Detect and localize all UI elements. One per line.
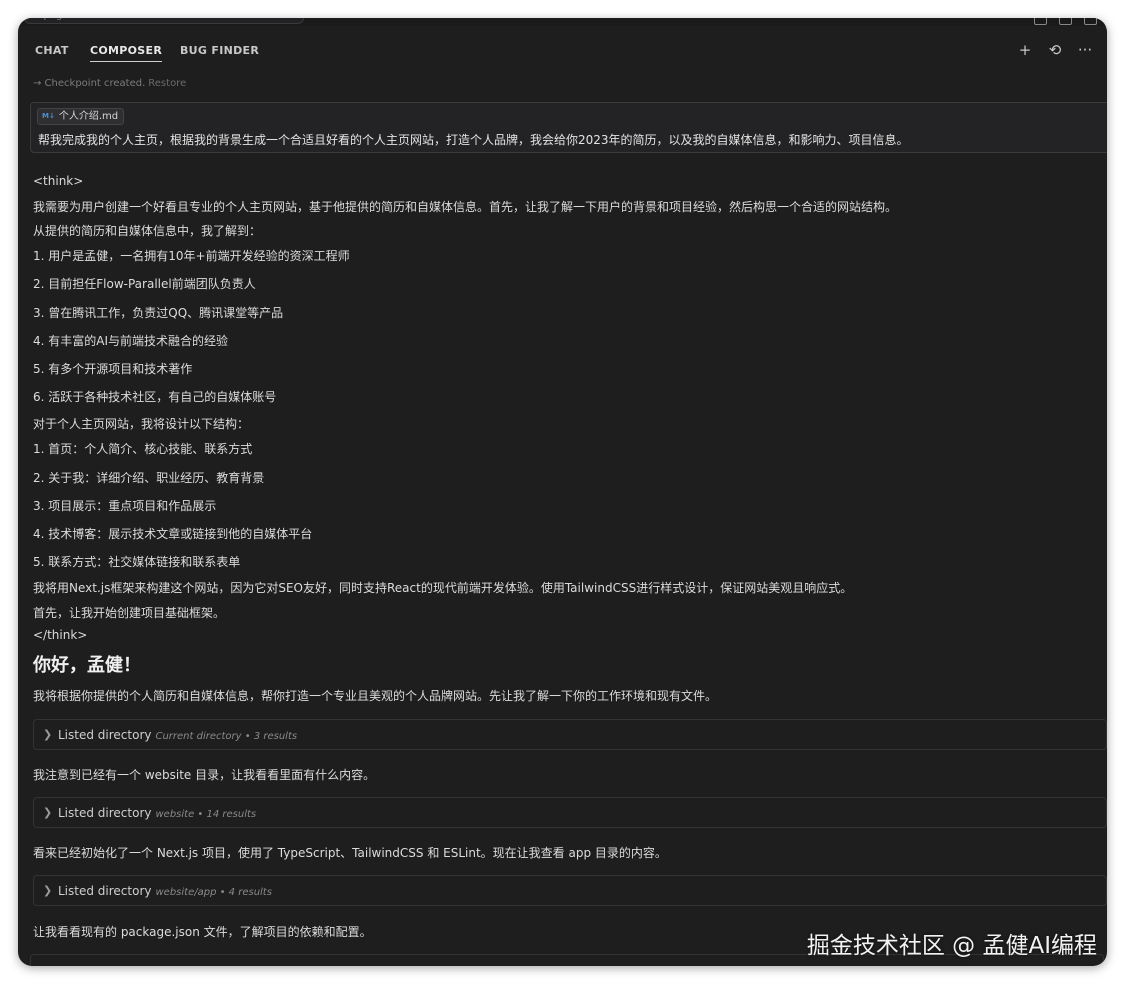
restore-link[interactable]: Restore: [148, 78, 186, 89]
think-line: 2. 关于我：详细介绍、职业经历、教育背景: [33, 471, 265, 485]
think-line: 1. 首页：个人简介、核心技能、联系方式: [33, 442, 253, 456]
composer-window: ifepage CHAT COMPOSER BUG FINDER + ⟲ ···…: [18, 18, 1107, 966]
search-input[interactable]: ifepage: [24, 18, 304, 24]
think-line: 4. 有丰富的AI与前端技术融合的经验: [33, 334, 229, 348]
tool-call-meta: website • 14 results: [155, 809, 257, 820]
think-line: 我将用Next.js框架来构建这个网站，因为它对SEO友好，同时支持React的…: [33, 581, 853, 595]
think-line: 4. 技术博客：展示技术文章或链接到他的自媒体平台: [33, 527, 313, 541]
tool-call-meta: Current directory • 3 results: [155, 731, 298, 742]
layout-icon[interactable]: [1084, 18, 1097, 25]
think-line: 1. 用户是孟健，一名拥有10年+前端开发经验的资深工程师: [33, 249, 350, 263]
plus-icon[interactable]: +: [1017, 42, 1033, 58]
chevron-right-icon: ❯: [43, 728, 53, 741]
checkpoint-text: → Checkpoint created.: [33, 78, 146, 89]
tool-call-label: Listed directory Current directory • 3 re…: [58, 728, 298, 742]
markdown-icon: M↓: [42, 112, 55, 120]
tool-call-listed-directory[interactable]: ❯ Listed directory website • 14 results: [33, 797, 1107, 828]
tab-actions: + ⟲ ···: [1017, 42, 1093, 58]
greeting-heading: 你好，孟健！: [33, 655, 141, 676]
tool-call-label: Listed directory website/app • 4 results: [58, 884, 272, 898]
think-line: 对于个人主页网站，我将设计以下结构：: [33, 417, 250, 431]
checkpoint-status: → Checkpoint created. Restore: [33, 78, 186, 89]
note-text: 让我看看现有的 package.json 文件，了解项目的依赖和配置。: [33, 925, 372, 939]
think-line: 我需要为用户创建一个好看且专业的个人主页网站，基于他提供的简历和自媒体信息。首先…: [33, 200, 898, 214]
think-line: 3. 项目展示：重点项目和作品展示: [33, 499, 217, 513]
think-open: <think>: [33, 174, 84, 188]
think-line: 3. 曾在腾讯工作，负责过QQ、腾讯课堂等产品: [33, 306, 284, 320]
tab-composer[interactable]: COMPOSER: [90, 44, 163, 62]
think-line: 6. 活跃于各种技术社区，有自己的自媒体账号: [33, 390, 277, 404]
more-icon[interactable]: ···: [1077, 42, 1093, 58]
chevron-right-icon: ❯: [43, 884, 53, 897]
top-strip: ifepage: [18, 18, 1107, 26]
user-message-text: 帮我完成我的个人主页，根据我的背景生成一个合适且好看的个人主页网站，打造个人品牌…: [38, 133, 909, 147]
tab-bar: CHAT COMPOSER BUG FINDER + ⟲ ···: [18, 38, 1107, 66]
think-line: 2. 目前担任Flow-Parallel前端团队负责人: [33, 277, 256, 291]
tool-call-label: Listed directory website • 14 results: [58, 806, 257, 820]
user-message[interactable]: M↓ 个人介绍.md 帮我完成我的个人主页，根据我的背景生成一个合适且好看的个人…: [30, 102, 1107, 153]
tool-call-listed-directory[interactable]: ❯ Listed directory Current directory • 3 …: [33, 719, 1107, 750]
layout-icon[interactable]: [1059, 18, 1072, 25]
window-icons: [1034, 18, 1097, 25]
watermark: 掘金技术社区 @ 孟健AI编程: [806, 933, 1097, 959]
history-icon[interactable]: ⟲: [1047, 42, 1063, 58]
think-close: </think>: [33, 628, 88, 642]
think-line: 5. 联系方式：社交媒体链接和联系表单: [33, 555, 241, 569]
tool-call-meta: website/app • 4 results: [155, 887, 272, 898]
tool-call-listed-directory[interactable]: ❯ Listed directory website/app • 4 result…: [33, 875, 1107, 906]
intro-text: 我将根据你提供的个人简历和自媒体信息，帮你打造一个专业且美观的个人品牌网站。先让…: [33, 689, 718, 703]
note-text: 我注意到已经有一个 website 目录，让我看看里面有什么内容。: [33, 768, 376, 782]
tab-bug-finder[interactable]: BUG FINDER: [180, 44, 259, 57]
think-line: 5. 有多个开源项目和技术著作: [33, 362, 193, 376]
tab-chat[interactable]: CHAT: [35, 44, 69, 57]
chevron-right-icon: ❯: [43, 806, 53, 819]
think-line: 首先，让我开始创建项目基础框架。: [33, 606, 226, 620]
layout-icon[interactable]: [1034, 18, 1047, 25]
think-line: 从提供的简历和自媒体信息中，我了解到：: [33, 224, 262, 238]
file-name: 个人介绍.md: [58, 111, 119, 122]
note-text: 看来已经初始化了一个 Next.js 项目，使用了 TypeScript、Tai…: [33, 846, 667, 860]
file-attachment[interactable]: M↓ 个人介绍.md: [37, 108, 125, 125]
